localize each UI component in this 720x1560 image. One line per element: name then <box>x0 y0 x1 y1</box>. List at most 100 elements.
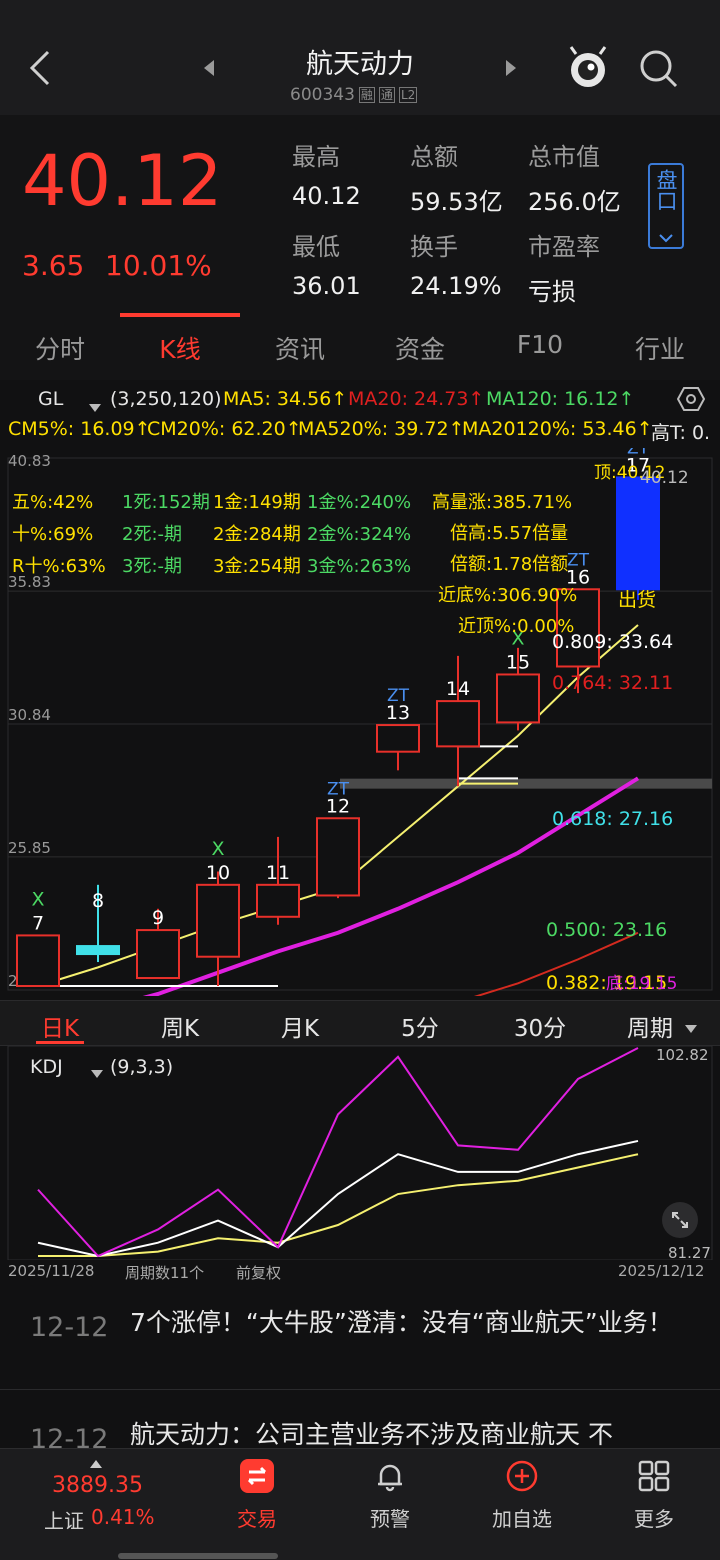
stat-text: 高量涨:385.71% <box>432 492 572 513</box>
kline-chart[interactable]: 40.8335.8330.8425.8520.857X8910X1112ZT13… <box>0 448 720 996</box>
stat-text: 1死:152期 <box>122 492 210 513</box>
stat-text: 五%:42% <box>12 492 93 513</box>
candle-label: 9 <box>152 907 164 929</box>
kdj-panel: KDJ (9,3,3) 102.82 81.27 2025/11/28 周期数1… <box>0 1046 720 1286</box>
y-tick-label: 25.85 <box>8 839 51 857</box>
period-day[interactable]: 日K <box>10 1009 110 1043</box>
indicator-name[interactable]: GL <box>38 388 63 410</box>
period-month[interactable]: 月K <box>250 1009 350 1043</box>
stat-text: 倍高:5.57倍量 <box>450 523 568 544</box>
candle-label: 11 <box>266 862 290 884</box>
indicator-dropdown-icon[interactable] <box>88 396 102 418</box>
stat-text: 3死:-期 <box>122 556 182 577</box>
stat-text: 倍额:1.78倍额 <box>450 554 568 575</box>
kdj-d-line <box>38 1153 639 1257</box>
sell-signal-label: 出货 <box>618 589 656 611</box>
fib-level-label: 0.618: 27.16 <box>552 808 673 830</box>
nav-trade[interactable]: 交易 <box>197 1459 317 1532</box>
chevron-down-icon <box>658 229 674 248</box>
tab-kline[interactable]: K线 <box>120 330 240 366</box>
candle-body <box>136 929 180 980</box>
candle-label: 8 <box>92 890 104 912</box>
indicator-ma120: MA120: 16.12↑ <box>486 388 635 410</box>
top-price-value: 40.12 <box>640 468 689 488</box>
mascot-icon[interactable] <box>564 44 612 90</box>
settings-hex-icon[interactable] <box>676 386 706 417</box>
nav-add-watch[interactable]: 加自选 <box>462 1459 582 1532</box>
expand-icon[interactable] <box>662 1202 698 1238</box>
kdj-frame <box>7 1046 713 1260</box>
news-item[interactable]: 12-12 7个涨停！“大牛股”澄清：没有“商业航天”业务！ <box>0 1286 720 1390</box>
period-30min[interactable]: 30分 <box>490 1009 590 1043</box>
stock-code: 600343 <box>290 85 355 105</box>
index-pct: 0.41% <box>91 1505 155 1529</box>
bottom-price-label: 底:19.15 <box>606 974 677 994</box>
limit-up-marker: ZT <box>627 448 650 458</box>
stat-text: 十%:69% <box>12 524 93 545</box>
candle-body <box>436 700 480 748</box>
stat-value-turnover: 24.19% <box>410 272 502 300</box>
period-dropdown-icon[interactable] <box>684 1019 698 1038</box>
candle-label: 10 <box>206 862 230 884</box>
stock-name: 航天动力 <box>306 49 414 80</box>
stat-text: R十%:63% <box>12 556 106 577</box>
candle-body <box>616 476 660 591</box>
candle-label: 15 <box>506 651 530 673</box>
current-price: 40.12 <box>22 140 223 222</box>
period-5min[interactable]: 5分 <box>370 1009 470 1043</box>
limit-up-marker: ZT <box>327 779 350 799</box>
tab-funds[interactable]: 资金 <box>360 330 480 366</box>
kdj-adjust: 前复权 <box>236 1264 282 1282</box>
badge-l2: L2 <box>398 87 418 103</box>
period-week[interactable]: 周K <box>130 1009 230 1043</box>
nav-alert[interactable]: 预警 <box>330 1459 450 1532</box>
price-change: 3.65 <box>22 249 85 282</box>
news-item[interactable]: 12-12 航天动力：公司主营业务不涉及商业航天 不 <box>0 1390 720 1455</box>
back-icon[interactable] <box>22 48 58 88</box>
indicator-ma5: MA5: 34.56↑ <box>223 388 348 410</box>
candle-body <box>316 817 360 897</box>
limit-up-marker: ZT <box>567 550 590 570</box>
prev-stock-icon[interactable] <box>200 58 218 78</box>
panel-button[interactable]: 盘口 <box>648 163 684 249</box>
stat-value-amount: 59.53亿 <box>410 188 503 216</box>
candle-body <box>196 883 240 958</box>
app-header: 航天动力 600343 融 通 L2 <box>0 0 720 115</box>
indicator-cm20: CM20%: 62.20↑ <box>147 418 302 440</box>
add-circle-icon <box>505 1459 539 1493</box>
tab-f10[interactable]: F10 <box>480 330 600 359</box>
stat-text: 2金%:324% <box>307 524 411 545</box>
period-day-underline <box>36 1041 84 1044</box>
kdj-period-count: 周期数11个 <box>125 1264 205 1282</box>
limit-up-marker: ZT <box>387 686 410 706</box>
kline-chart-area: GL (3,250,120) MA5: 34.56↑ MA20: 24.73↑ … <box>0 380 720 1000</box>
nav-more-label: 更多 <box>634 1507 674 1531</box>
grid-icon <box>637 1459 671 1493</box>
section-tabs: 分时 K线 资讯 资金 F10 行业 <box>0 318 720 380</box>
tab-news[interactable]: 资讯 <box>240 330 360 366</box>
bell-icon <box>373 1459 407 1493</box>
index-value[interactable]: 3889.35 <box>52 1473 143 1498</box>
candle-label: 14 <box>446 678 470 700</box>
next-stock-icon[interactable] <box>502 58 520 78</box>
stat-label-turnover: 换手 <box>410 233 458 261</box>
stat-text: 3金:254期 <box>213 556 301 577</box>
tab-timeshare[interactable]: 分时 <box>0 330 120 366</box>
stat-text: 1金%:240% <box>307 492 411 513</box>
y-tick-label: 40.83 <box>8 452 51 470</box>
quote-panel: 40.12 3.65 10.01% 最高 总额 总市值 40.12 59.53亿… <box>0 115 720 325</box>
stat-text: 3金%:263% <box>307 556 411 577</box>
stat-label-low: 最低 <box>292 233 340 261</box>
stat-value-low: 36.01 <box>292 272 361 300</box>
news-date: 12-12 <box>30 1312 109 1343</box>
nav-more[interactable]: 更多 <box>594 1459 714 1532</box>
nav-trade-label: 交易 <box>237 1507 277 1531</box>
kdj-k-line <box>37 1139 639 1258</box>
trade-icon <box>240 1459 274 1493</box>
news-title: 7个涨停！“大牛股”澄清：没有“商业航天”业务！ <box>130 1308 673 1337</box>
nav-add-watch-label: 加自选 <box>492 1507 552 1531</box>
tab-industry[interactable]: 行业 <box>600 330 720 366</box>
stat-text: 2金:284期 <box>213 524 301 545</box>
search-icon[interactable] <box>638 48 680 90</box>
index-up-icon <box>90 1453 102 1472</box>
